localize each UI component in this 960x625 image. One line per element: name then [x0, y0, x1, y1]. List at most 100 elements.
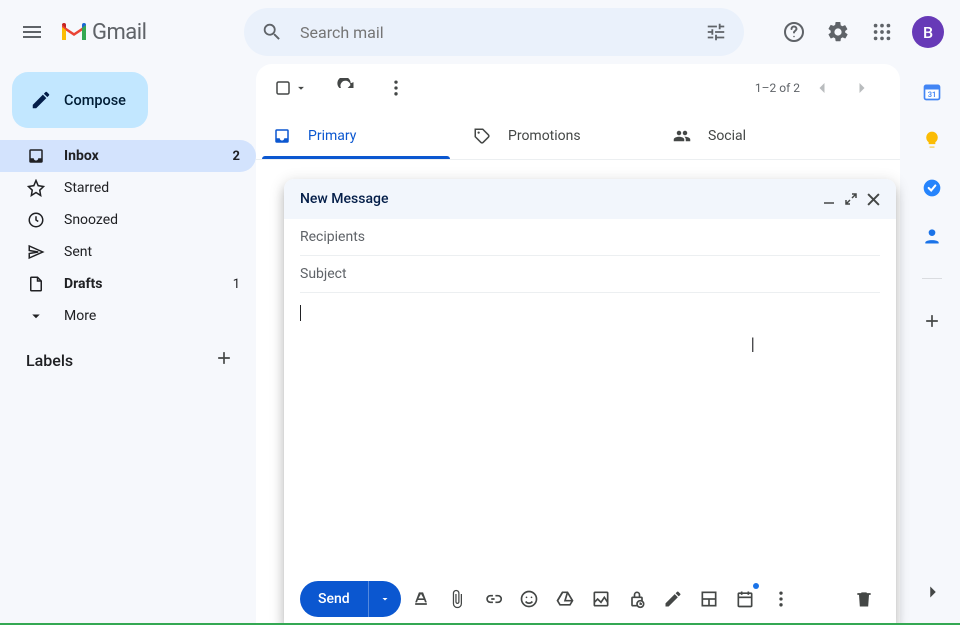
subject-field[interactable] [300, 256, 880, 293]
next-page-button[interactable] [844, 70, 880, 106]
main-menu-button[interactable] [8, 8, 56, 56]
sidebar-item-more[interactable]: More [0, 300, 256, 332]
body-textarea[interactable] [300, 303, 880, 335]
text-format-icon [411, 589, 431, 609]
attach-button[interactable] [441, 583, 473, 615]
mail-toolbar: 1–2 of 2 [256, 64, 900, 112]
labels-title: Labels [26, 351, 73, 370]
tab-label: Promotions [508, 128, 581, 144]
close-button[interactable] [867, 193, 880, 206]
promotions-tab-icon [472, 127, 492, 145]
discard-button[interactable] [848, 583, 880, 615]
nav-label: More [64, 308, 96, 324]
lock-clock-icon [627, 589, 647, 609]
account-avatar[interactable]: B [912, 16, 944, 48]
compose-body[interactable]: I [300, 293, 880, 573]
rail-separator [922, 278, 942, 279]
more-actions-button[interactable] [378, 70, 414, 106]
collapse-panel-button[interactable] [922, 581, 944, 607]
refresh-icon [336, 78, 356, 98]
send-button[interactable]: Send [300, 581, 369, 617]
close-icon [867, 193, 880, 206]
nav-label: Snoozed [64, 212, 118, 228]
compose-more-button[interactable] [765, 583, 797, 615]
pencil-icon [30, 89, 52, 111]
layout-icon [699, 589, 719, 609]
formatting-button[interactable] [405, 583, 437, 615]
compose-button[interactable]: Compose [12, 72, 148, 128]
tab-primary[interactable]: Primary [256, 112, 456, 159]
compose-header[interactable]: New Message [284, 179, 896, 219]
add-label-button[interactable] [214, 348, 234, 372]
signature-button[interactable] [657, 583, 689, 615]
keep-icon [922, 130, 942, 150]
caret-down-icon [294, 81, 308, 95]
search-options-button[interactable] [696, 12, 736, 52]
app-header: Gmail B [0, 0, 960, 64]
logo[interactable]: Gmail [60, 20, 240, 45]
fullscreen-button[interactable] [845, 193, 857, 206]
keep-app-button[interactable] [922, 130, 942, 150]
contacts-app-button[interactable] [922, 226, 942, 246]
support-button[interactable] [774, 12, 814, 52]
send-options-button[interactable] [369, 581, 401, 617]
refresh-button[interactable] [328, 70, 364, 106]
send-button-group: Send [300, 581, 401, 617]
calendar-icon: 31 [922, 82, 942, 102]
prev-page-button[interactable] [804, 70, 840, 106]
confidential-button[interactable] [621, 583, 653, 615]
link-button[interactable] [477, 583, 509, 615]
schedule-button[interactable] [729, 583, 761, 615]
tasks-app-button[interactable] [922, 178, 942, 198]
draft-icon [26, 275, 46, 293]
emoji-icon [519, 589, 539, 609]
i-beam-cursor: I [751, 333, 754, 357]
plus-icon [214, 348, 234, 368]
tab-label: Social [708, 128, 746, 144]
image-button[interactable] [585, 583, 617, 615]
minimize-icon [823, 193, 835, 205]
sidebar-item-drafts[interactable]: Drafts 1 [0, 268, 256, 300]
header-actions: B [774, 12, 952, 52]
tab-promotions[interactable]: Promotions [456, 112, 656, 159]
compose-window: New Message I Send [284, 179, 896, 625]
search-button[interactable] [252, 12, 292, 52]
compose-toolbar: Send [284, 573, 896, 625]
sidebar: Compose Inbox 2 Starred Snoozed Sent Dra… [0, 64, 256, 372]
star-icon [26, 179, 46, 197]
side-panel: 31 [904, 64, 960, 331]
settings-button[interactable] [818, 12, 858, 52]
emoji-button[interactable] [513, 583, 545, 615]
nav-label: Starred [64, 180, 109, 196]
checkbox-icon [274, 79, 292, 97]
chevron-down-icon [26, 307, 46, 325]
image-icon [591, 589, 611, 609]
minimize-button[interactable] [823, 193, 835, 206]
select-all-checkbox[interactable] [268, 73, 314, 103]
social-tab-icon [672, 127, 692, 145]
search-input[interactable] [292, 23, 696, 42]
category-tabs: Primary Promotions Social [256, 112, 900, 160]
recipients-input[interactable] [300, 219, 880, 255]
tab-social[interactable]: Social [656, 112, 856, 159]
text-caret [300, 305, 301, 321]
search-bar[interactable] [244, 8, 744, 56]
chevron-right-icon [922, 581, 944, 603]
addons-button[interactable] [922, 311, 942, 331]
sidebar-item-inbox[interactable]: Inbox 2 [0, 140, 256, 172]
plus-icon [922, 311, 942, 331]
sidebar-item-snoozed[interactable]: Snoozed [0, 204, 256, 236]
layout-button[interactable] [693, 583, 725, 615]
more-vert-icon [771, 589, 791, 609]
calendar-small-icon [735, 589, 755, 609]
recipients-field[interactable] [300, 219, 880, 256]
more-vert-icon [386, 78, 406, 98]
svg-text:31: 31 [928, 90, 937, 99]
apps-button[interactable] [862, 12, 902, 52]
subject-input[interactable] [300, 256, 880, 292]
sidebar-item-starred[interactable]: Starred [0, 172, 256, 204]
sidebar-item-sent[interactable]: Sent [0, 236, 256, 268]
calendar-app-button[interactable]: 31 [922, 82, 942, 102]
drive-icon [555, 589, 575, 609]
drive-button[interactable] [549, 583, 581, 615]
